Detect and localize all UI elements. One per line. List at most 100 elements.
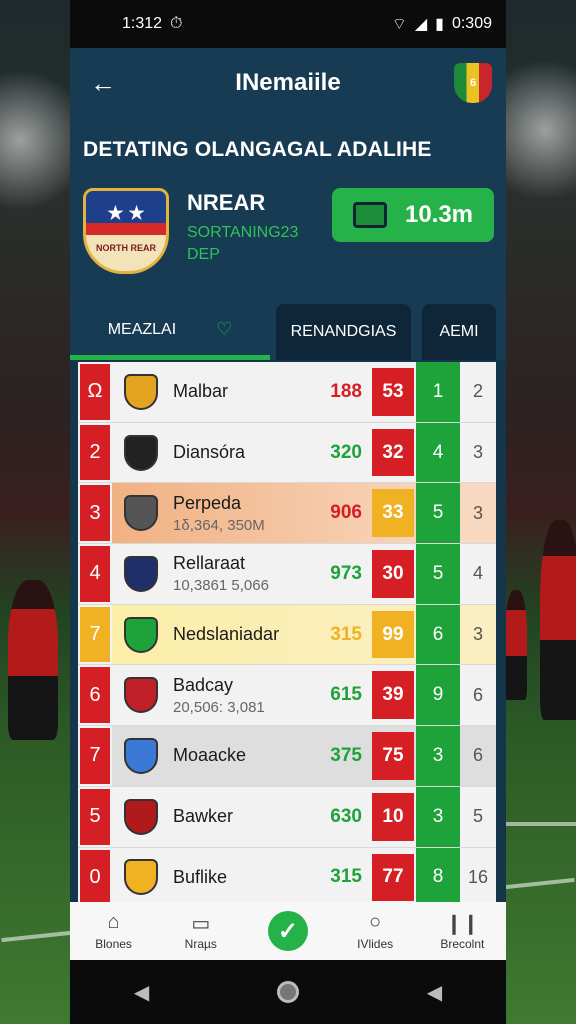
bottom-nav: ⌂ Blones ▭ Nraµs ✓ ○ IVlides ❙❙ Brecolnt [70,902,506,960]
table-row[interactable]: 7 Nedslaniadar 315 99 6 3 [78,604,496,666]
points-cell: 906 [330,502,362,524]
points-cell: 320 [330,441,362,463]
battery-icon: ▮ [435,16,444,33]
page-title: INemaiile [235,69,341,96]
last-cell: 3 [472,442,483,463]
last-cell: 6 [472,684,483,705]
last-cell: 4 [472,563,483,584]
score-cell: 10 [372,792,414,841]
games-cell: 6 [416,604,460,665]
nav-label: IVlides [357,937,394,951]
nav-stats[interactable]: ❙❙ Brecolnt [426,911,498,951]
team-logo-icon [124,798,158,835]
points-cell: 315 [330,623,362,645]
wifi-icon: ⌔ [391,16,407,33]
tab-meazlai[interactable]: MEAZLAI ♡ [70,304,270,360]
score-cell: 32 [372,428,414,477]
team-name-cell: Nedslaniadar [173,624,280,645]
row-team: Rellaraat 10,3861 5,066 [112,544,310,604]
tab-bar: MEAZLAI ♡ RENANDGIAS AEMI [70,304,506,360]
row-position: 0 [78,847,112,908]
team-name-cell: Moaacke [173,745,247,766]
team-sub-cell: 20,506: 3,081 [173,698,265,716]
status-time-right: 0:309 [451,15,492,32]
table-row[interactable]: 3 Perpeda 1δ,364, 350M 906 33 5 3 [78,483,496,545]
table-row[interactable]: 4 Rellaraat 10,3861 5,066 973 30 5 4 [78,544,496,605]
score-cell: 75 [372,732,414,780]
table-row[interactable]: 7 Moaacke 375 75 3 6 [78,726,496,787]
team-name-cell: Badcay [173,674,234,695]
team-sub-cell: 10,3861 5,066 [173,577,269,595]
last-cell: 2 [472,381,483,402]
team-name-cell: Perpeda [173,492,242,513]
team-logo-icon [124,677,158,714]
row-position: Ω [78,362,112,422]
row-position: 6 [78,665,112,726]
team-name-cell: Diansóra [173,442,246,463]
status-bar: 1:312 ⏱ ⌔ ◢ ▮ 0:309 [70,0,506,48]
system-nav-bar: ◀ ◀ [70,960,506,1024]
heart-icon[interactable]: ♡ [216,319,232,340]
club-crest-icon[interactable]: 6 [454,63,492,103]
tab-renandgias[interactable]: RENANDGIAS [276,304,411,360]
table-row[interactable]: 6 Badcay 20,506: 3,081 615 39 9 6 [78,665,496,727]
nav-label: Nraµs [184,937,217,951]
team-name-cell: Malbar [173,381,229,402]
table-row[interactable]: Ω Malbar 188 53 1 2 [78,362,496,423]
score-cell: 53 [372,368,414,416]
nav-label: Brecolnt [440,937,485,951]
row-team: Moaacke [112,726,310,786]
table-row[interactable]: 5 Bawker 630 10 3 5 [78,786,496,848]
last-cell: 3 [472,502,483,523]
team-crest-text: NORTH REAR [96,243,156,253]
team-summary: DETATING OLANGAGAL ADALIHE ★ ★ NORTH REA… [70,118,506,360]
row-team: Perpeda 1δ,364, 350M [112,483,310,543]
nav-news[interactable]: ▭ Nraµs [165,911,237,951]
table-row[interactable]: 2 Diansóra 320 32 4 3 [78,422,496,484]
nav-chat[interactable]: ○ IVlides [339,911,411,951]
team-subtitle-2: DEP [187,246,220,263]
row-team: Nedslaniadar [112,605,310,665]
app-header: ← INemaiile 6 [70,48,506,118]
last-cell: 16 [467,866,489,887]
team-logo-icon [124,555,158,592]
recents-icon[interactable]: ◀ [427,980,442,1005]
crest-label: 6 [469,77,477,89]
nav-home[interactable]: ⌂ Blones [78,911,150,951]
games-cell: 8 [416,847,460,908]
home-icon: ⌂ [107,911,120,933]
row-position: 3 [78,483,112,544]
row-team: Buflike [112,848,310,908]
home-circle-icon[interactable] [276,981,299,1003]
player-figure [505,590,527,700]
signal-icon: ◢ [414,16,428,33]
row-position: 7 [78,604,112,665]
money-icon [352,202,387,228]
chat-icon: ○ [369,911,382,933]
last-cell: 3 [472,624,483,645]
points-cell: 615 [330,684,362,706]
team-name-cell: Buflike [173,866,228,887]
team-value: 10.3m [404,201,474,228]
tab-aemi[interactable]: AEMI [422,304,496,360]
team-name: NREAR [187,190,266,215]
table-row[interactable]: 0 Buflike 315 77 8 16 [78,847,496,909]
points-cell: 315 [330,866,362,888]
arrow-left-icon[interactable]: ← [90,68,120,99]
team-logo-icon [124,616,158,653]
nav-check[interactable]: ✓ [252,911,324,951]
team-logo-icon [124,737,158,774]
team-value-button[interactable]: 10.3m [332,188,494,242]
team-name-cell: Rellaraat [173,553,246,574]
nav-label: Blones [95,937,132,951]
team-logo-icon [124,373,158,410]
points-cell: 973 [330,562,362,584]
score-cell: 33 [372,489,414,538]
tab-label: AEMI [439,323,479,340]
check-icon: ✓ [267,911,308,951]
tab-label: MEAZLAI [107,320,177,338]
team-crest-icon: ★ ★ NORTH REAR [83,188,169,274]
back-triangle-icon[interactable]: ◀ [134,980,149,1005]
tab-label: RENANDGIAS [290,323,397,340]
row-team: Diansóra [112,423,310,483]
